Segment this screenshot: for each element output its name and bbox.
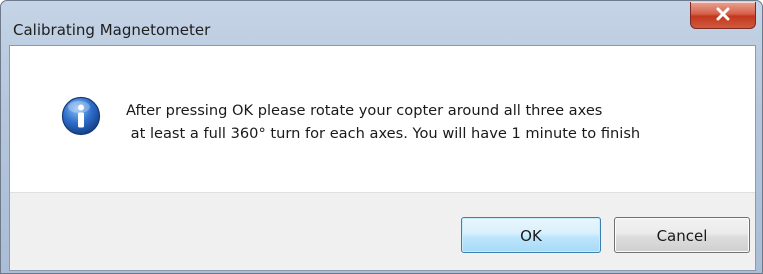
title-bar[interactable]: Calibrating Magnetometer [1,1,762,45]
close-x-icon [716,7,730,21]
dialog-content: After pressing OK please rotate your cop… [9,45,756,271]
message-line-2: at least a full 360° turn for each axes.… [126,125,641,142]
message-line-1: After pressing OK please rotate your cop… [126,102,603,119]
dialog-window: Calibrating Magnetometer After pressing … [0,0,763,274]
ok-button[interactable]: OK [461,217,601,253]
message-text: After pressing OK please rotate your cop… [126,99,640,145]
info-icon [61,96,101,136]
window-title: Calibrating Magnetometer [13,21,211,39]
button-area: OK Cancel [10,192,755,270]
cancel-button[interactable]: Cancel [614,217,750,253]
close-button[interactable] [690,2,756,29]
message-area: After pressing OK please rotate your cop… [10,46,755,192]
